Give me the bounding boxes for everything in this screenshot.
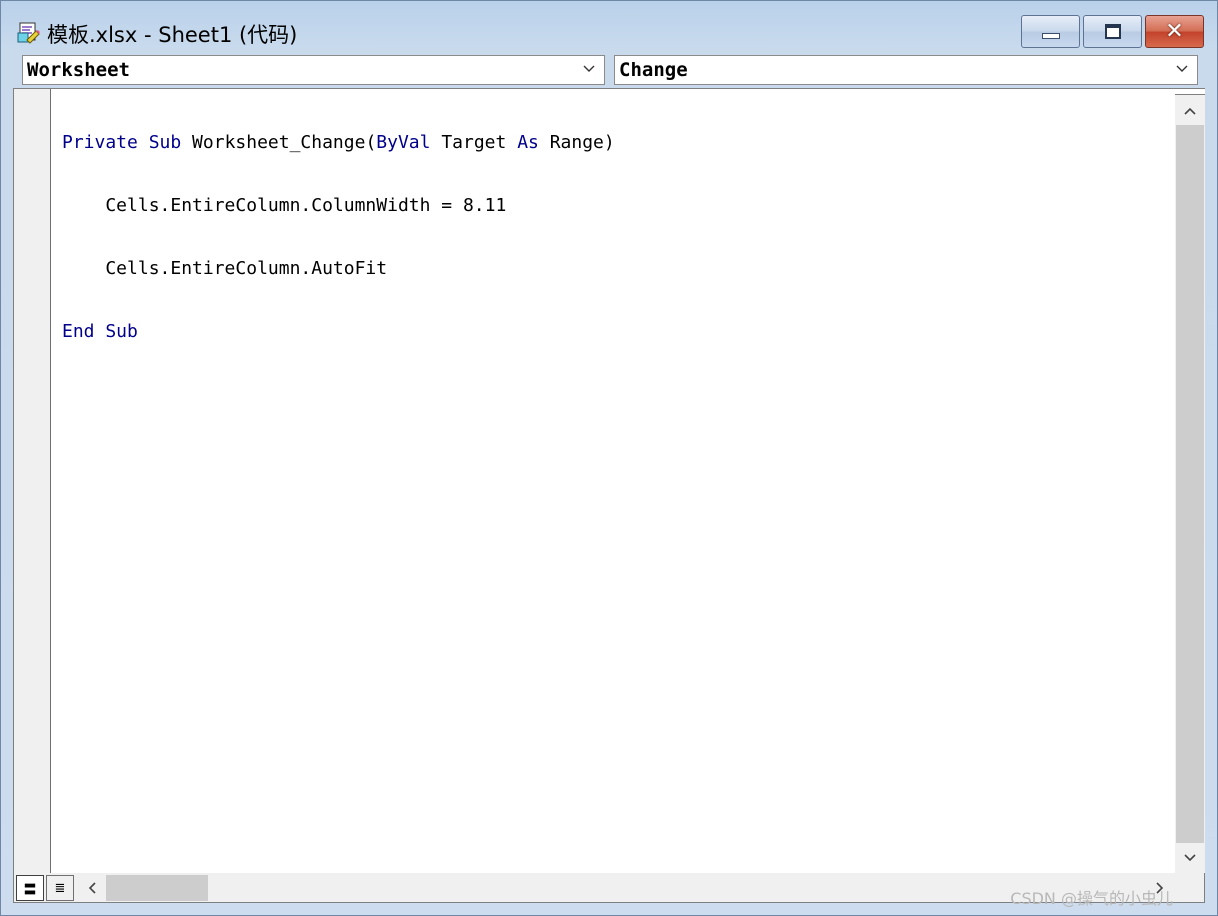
- procedure-selector[interactable]: Change: [614, 55, 1198, 85]
- full-module-view-icon: ≣: [54, 880, 66, 896]
- procedure-selector-value: Change: [619, 59, 688, 81]
- title-bar[interactable]: 模板.xlsx - Sheet1 (代码) ✕: [1, 1, 1217, 51]
- procedure-view-icon: 〓: [23, 882, 37, 898]
- scroll-left-button[interactable]: [80, 875, 104, 901]
- chevron-left-icon: [88, 882, 96, 894]
- code-line: Cells.EntireColumn.AutoFit: [62, 258, 388, 279]
- procedure-view-button[interactable]: 〓: [16, 875, 44, 901]
- code-keyword: End Sub: [62, 321, 138, 342]
- code-text: Range): [538, 132, 615, 153]
- chevron-down-icon: [1176, 65, 1188, 72]
- vba-code-window: 模板.xlsx - Sheet1 (代码) ✕ Worksheet Change…: [0, 0, 1218, 916]
- minimize-icon: [1041, 32, 1060, 39]
- margin-indicator-bar[interactable]: [14, 89, 51, 873]
- object-selector[interactable]: Worksheet: [22, 55, 605, 85]
- code-text-area[interactable]: Private Sub Worksheet_Change(ByVal Targe…: [62, 90, 1172, 870]
- code-keyword: As: [517, 132, 539, 153]
- vertical-scroll-thumb[interactable]: [1176, 125, 1204, 843]
- chevron-down-icon: [1184, 854, 1196, 862]
- chevron-down-icon: [583, 65, 595, 72]
- code-line: Cells.EntireColumn.ColumnWidth = 8.11: [62, 195, 507, 216]
- code-line: Private Sub Worksheet_Change(ByVal Targe…: [62, 132, 1172, 153]
- code-text: Worksheet_Change(: [181, 132, 377, 153]
- chevron-up-icon: [1184, 107, 1196, 115]
- code-keyword: Private Sub: [62, 132, 182, 153]
- vertical-scrollbar[interactable]: [1175, 89, 1205, 873]
- horizontal-scroll-thumb[interactable]: [106, 875, 208, 901]
- split-bar[interactable]: [1175, 89, 1205, 95]
- full-module-view-button[interactable]: ≣: [46, 875, 74, 901]
- vba-code-module-icon: [17, 22, 40, 44]
- close-icon: ✕: [1165, 18, 1184, 44]
- window-title: 模板.xlsx - Sheet1 (代码): [47, 23, 298, 47]
- maximize-icon: [1104, 24, 1121, 39]
- maximize-button[interactable]: [1083, 15, 1142, 48]
- minimize-button[interactable]: [1021, 15, 1080, 48]
- code-text: Target: [430, 132, 518, 153]
- code-line: End Sub: [62, 321, 1172, 342]
- scroll-up-button[interactable]: [1175, 97, 1205, 125]
- object-selector-value: Worksheet: [27, 59, 130, 81]
- scroll-down-button[interactable]: [1175, 843, 1205, 873]
- code-keyword: ByVal: [376, 132, 431, 153]
- close-button[interactable]: ✕: [1145, 15, 1204, 48]
- code-editor: Private Sub Worksheet_Change(ByVal Targe…: [13, 88, 1205, 903]
- watermark: CSDN @操气的小虫儿: [1010, 889, 1173, 908]
